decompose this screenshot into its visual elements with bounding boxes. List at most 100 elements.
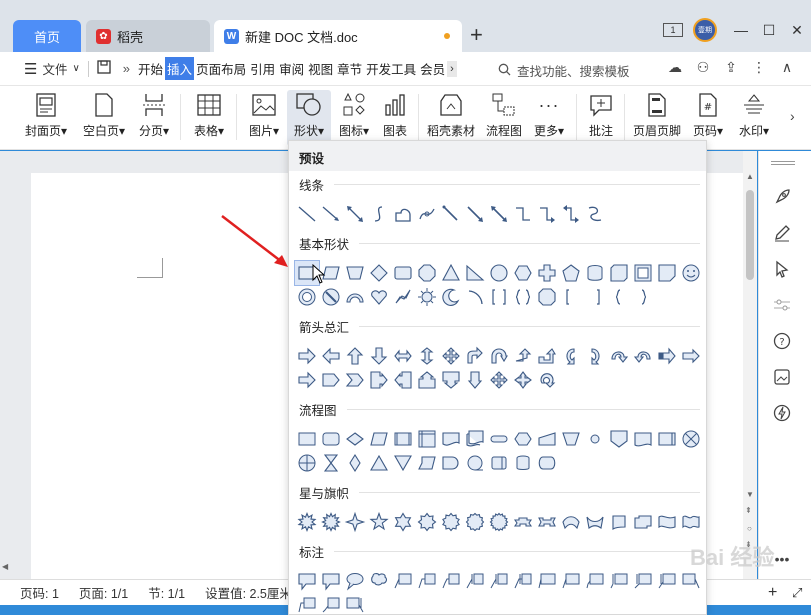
- select-cursor-icon[interactable]: [772, 259, 792, 279]
- shape-option[interactable]: [319, 368, 343, 392]
- shape-option[interactable]: [463, 427, 487, 451]
- avatar[interactable]: 壹期: [693, 18, 717, 42]
- shape-option[interactable]: [607, 344, 631, 368]
- menu-start[interactable]: 开始: [136, 59, 165, 78]
- picture-button[interactable]: 图片▾: [244, 90, 284, 146]
- shape-option[interactable]: [535, 261, 559, 285]
- shape-option[interactable]: [679, 510, 703, 534]
- shape-option[interactable]: [367, 510, 391, 534]
- next-page-icon[interactable]: ⇟: [745, 540, 752, 549]
- shape-option[interactable]: [655, 261, 679, 285]
- shape-option[interactable]: [511, 344, 535, 368]
- shape-option[interactable]: [535, 202, 559, 226]
- shape-option[interactable]: [487, 427, 511, 451]
- shape-option[interactable]: [559, 261, 583, 285]
- shape-option[interactable]: [631, 344, 655, 368]
- shape-option[interactable]: [415, 344, 439, 368]
- shape-option[interactable]: [367, 202, 391, 226]
- shape-option[interactable]: [319, 451, 343, 475]
- image-tools-icon[interactable]: [772, 367, 792, 387]
- zoom-in-icon[interactable]: +: [768, 584, 777, 602]
- adjust-slider-icon[interactable]: [772, 295, 792, 315]
- shape-option[interactable]: [439, 368, 463, 392]
- shape-option[interactable]: [391, 368, 415, 392]
- shape-option[interactable]: [343, 569, 367, 593]
- shape-option[interactable]: [415, 261, 439, 285]
- shape-option[interactable]: [439, 202, 463, 226]
- add-tab-icon[interactable]: +: [470, 22, 483, 48]
- more-icon[interactable]: ⋮: [749, 59, 769, 76]
- share-icon[interactable]: ⇪: [721, 59, 741, 76]
- status-page-code[interactable]: 页码: 1: [20, 583, 59, 602]
- shape-option[interactable]: [679, 344, 703, 368]
- shape-option[interactable]: [487, 451, 511, 475]
- shape-option[interactable]: [391, 261, 415, 285]
- shape-option[interactable]: [343, 202, 367, 226]
- shape-option[interactable]: [487, 569, 511, 593]
- menu-scroll-right-icon[interactable]: ›: [447, 60, 457, 77]
- table-button[interactable]: 表格▾: [188, 90, 230, 146]
- shape-option[interactable]: [415, 427, 439, 451]
- shape-option[interactable]: [535, 427, 559, 451]
- shape-option[interactable]: [319, 202, 343, 226]
- shape-option[interactable]: [535, 510, 559, 534]
- select-browse-icon[interactable]: ○: [747, 524, 752, 533]
- page-break-button[interactable]: 分页▾: [134, 90, 174, 146]
- tab-home[interactable]: 首页: [13, 20, 81, 52]
- shape-option[interactable]: [655, 427, 679, 451]
- shape-option[interactable]: [463, 510, 487, 534]
- scrollbar-thumb[interactable]: [746, 190, 754, 280]
- shape-option[interactable]: [367, 569, 391, 593]
- shape-option[interactable]: [295, 202, 319, 226]
- shape-option[interactable]: [535, 368, 559, 392]
- shape-option[interactable]: [559, 202, 583, 226]
- scroll-up-icon[interactable]: ▲: [746, 172, 754, 181]
- shape-option[interactable]: [439, 285, 463, 309]
- shape-option[interactable]: [319, 593, 343, 614]
- minimize-icon[interactable]: —: [727, 22, 755, 38]
- menu-page-layout[interactable]: 页面布局: [194, 59, 248, 78]
- shape-option[interactable]: [631, 427, 655, 451]
- status-setting[interactable]: 设置值: 2.5厘米: [205, 583, 292, 602]
- shape-option[interactable]: [367, 344, 391, 368]
- shape-option[interactable]: [391, 344, 415, 368]
- shape-option[interactable]: [343, 285, 367, 309]
- rocket-icon[interactable]: [772, 187, 792, 207]
- shape-option[interactable]: [655, 569, 679, 593]
- shape-option[interactable]: [631, 569, 655, 593]
- shape-option[interactable]: [535, 344, 559, 368]
- shape-option[interactable]: [319, 510, 343, 534]
- lightning-icon[interactable]: [772, 403, 792, 423]
- search-input[interactable]: 查找功能、搜索模板: [498, 61, 630, 80]
- close-icon[interactable]: ✕: [783, 22, 811, 39]
- shape-option[interactable]: [343, 593, 367, 614]
- watermark-button[interactable]: 水印▾: [734, 90, 774, 146]
- shape-option[interactable]: [295, 593, 319, 614]
- shape-option[interactable]: [511, 569, 535, 593]
- pen-icon[interactable]: [772, 223, 792, 243]
- shape-option[interactable]: [583, 510, 607, 534]
- shape-option[interactable]: [511, 427, 535, 451]
- shape-option[interactable]: [391, 510, 415, 534]
- shape-option[interactable]: [463, 202, 487, 226]
- shape-option[interactable]: [439, 510, 463, 534]
- shape-option[interactable]: [343, 427, 367, 451]
- shape-option[interactable]: [631, 285, 655, 309]
- shape-button[interactable]: 形状▾: [287, 90, 331, 146]
- scroll-down-icon[interactable]: ▼: [746, 490, 754, 499]
- shape-option[interactable]: [463, 368, 487, 392]
- shape-option[interactable]: [463, 451, 487, 475]
- shape-option[interactable]: [463, 344, 487, 368]
- shape-option[interactable]: [391, 285, 415, 309]
- shape-option[interactable]: [463, 261, 487, 285]
- shape-option[interactable]: [343, 344, 367, 368]
- tab-daoke[interactable]: ✿ 稻壳: [86, 20, 210, 52]
- shape-option[interactable]: [631, 261, 655, 285]
- shape-option[interactable]: [439, 451, 463, 475]
- shape-option[interactable]: [367, 368, 391, 392]
- shape-option[interactable]: [607, 261, 631, 285]
- shape-option[interactable]: [295, 285, 319, 309]
- shape-option[interactable]: [511, 510, 535, 534]
- status-section[interactable]: 节: 1/1: [148, 583, 185, 602]
- shape-option[interactable]: [439, 427, 463, 451]
